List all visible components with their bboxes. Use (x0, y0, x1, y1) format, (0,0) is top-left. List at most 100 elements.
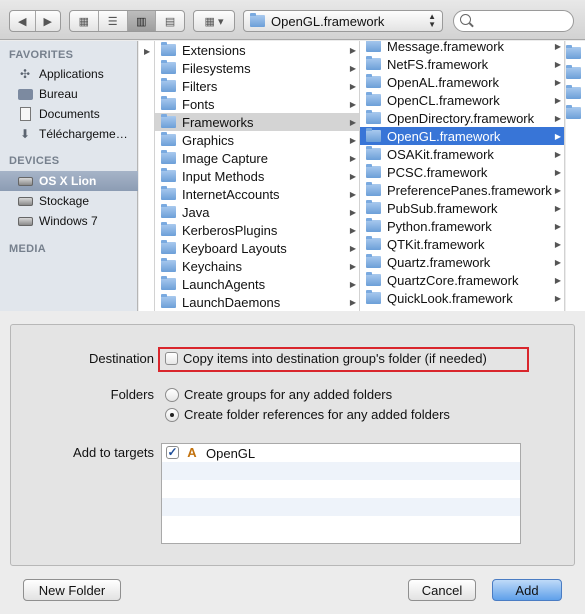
sidebar-item-applications[interactable]: ✣ Applications (0, 64, 138, 84)
column-view-icon: ▥ (136, 15, 147, 28)
sidebar-item-label: Applications (39, 67, 104, 81)
folder-icon (250, 13, 265, 27)
browser-column-2[interactable]: Message.framework ▶ NetFS.framework ▶ Open… (360, 41, 565, 311)
sidebar-item-windows-7[interactable]: Windows 7 (0, 211, 138, 231)
list-item[interactable]: InternetAccounts ▶ (155, 185, 359, 203)
browser-column-0[interactable] (139, 41, 155, 311)
create-refs-option[interactable]: Create folder references for any added f… (165, 407, 450, 422)
icon-view-button[interactable]: ▦ (70, 11, 99, 31)
folder-icon (366, 272, 381, 286)
list-item[interactable]: PreferencePanes.framework ▶ (360, 181, 564, 199)
list-item-label: InternetAccounts (182, 186, 280, 202)
sidebar-item-bureau[interactable]: Bureau (0, 84, 138, 104)
list-item[interactable]: Python.framework ▶ (360, 217, 564, 235)
list-item[interactable]: Quartz.framework ▶ (360, 253, 564, 271)
list-item[interactable]: NetFS.framework ▶ (360, 55, 564, 73)
targets-list[interactable]: ✓ A OpenGL (161, 443, 521, 544)
media-heading: MEDIA (9, 243, 46, 255)
sidebar-item-documents[interactable]: Documents (0, 104, 138, 124)
sidebar-item-os-x-lion[interactable]: OS X Lion (0, 171, 138, 191)
list-item-label: LaunchDaemons (182, 294, 281, 310)
add-button[interactable]: Add (492, 579, 562, 601)
disclosure-arrow-icon: ▶ (554, 185, 561, 195)
cancel-button[interactable]: Cancel (408, 579, 476, 601)
disclosure-arrow-icon: ▶ (554, 77, 561, 87)
list-item[interactable]: Keychains ▶ (155, 257, 359, 275)
list-item-label: Message.framework (387, 41, 505, 54)
list-item[interactable]: Graphics ▶ (155, 131, 359, 149)
create-refs-radio[interactable] (165, 407, 179, 422)
list-item[interactable]: Fonts ▶ (155, 95, 359, 113)
list-item[interactable]: PubSub.framework ▶ (360, 199, 564, 217)
sidebar-item-label: OS X Lion (39, 174, 97, 188)
list-item[interactable]: LaunchDaemons ▶ (155, 293, 359, 311)
folder-icon (366, 41, 381, 52)
sidebar-item-label: Windows 7 (39, 214, 98, 228)
list-item[interactable]: OpenAL.framework ▶ (360, 73, 564, 91)
chevron-right-icon: ▶ (43, 15, 52, 28)
favorites-heading: FAVORITES (9, 49, 74, 61)
coverflow-view-icon: ▤ (164, 15, 176, 28)
list-item[interactable]: Image Capture ▶ (155, 149, 359, 167)
list-item[interactable]: QuartzCore.framework ▶ (360, 271, 564, 289)
list-view-button[interactable]: ☰ (99, 11, 128, 31)
folder-icon (161, 258, 176, 272)
applications-icon: ✣ (19, 67, 31, 81)
sidebar-item-downloads[interactable]: ⬇ Téléchargeme… (0, 124, 138, 144)
table-row (162, 516, 520, 534)
list-item[interactable]: Extensions ▶ (155, 41, 359, 59)
arrange-grid-icon: ▦ ▾ (204, 15, 224, 28)
disclosure-arrow-icon: ▶ (554, 275, 561, 285)
new-folder-button[interactable]: New Folder (23, 579, 121, 601)
arrange-button[interactable]: ▦ ▾ (193, 10, 235, 32)
sidebar-item-stockage[interactable]: Stockage (0, 191, 138, 211)
back-forward-control: ◀ ▶ (9, 10, 61, 32)
list-item[interactable]: Filters ▶ (155, 77, 359, 95)
disclosure-arrow-icon: ▶ (554, 95, 561, 105)
list-item[interactable]: PCSC.framework ▶ (360, 163, 564, 181)
browser-column-1[interactable]: Extensions ▶ Filesystems ▶ Filters ▶ Fonts ▶… (155, 41, 360, 311)
list-item[interactable]: Message.framework ▶ (360, 41, 564, 55)
chevron-left-icon: ◀ (18, 15, 27, 28)
target-checkbox[interactable]: ✓ (166, 446, 179, 459)
list-item[interactable]: Filesystems ▶ (155, 59, 359, 77)
list-item[interactable]: OpenCL.framework ▶ (360, 91, 564, 109)
list-item[interactable]: Input Methods ▶ (155, 167, 359, 185)
list-item-label: Extensions (182, 42, 246, 58)
disclosure-arrow-icon: ▶ (554, 221, 561, 231)
list-item-label: QTKit.framework (387, 236, 485, 252)
disclosure-arrow-icon: ▶ (349, 117, 356, 127)
list-item[interactable]: LaunchAgents ▶ (155, 275, 359, 293)
sidebar-item-label: Stockage (39, 194, 90, 208)
list-item[interactable]: QuickLook.framework ▶ (360, 289, 564, 307)
list-item[interactable]: Java ▶ (155, 203, 359, 221)
list-item-selected[interactable]: Frameworks ▶ (155, 113, 359, 131)
list-item-label: Frameworks (182, 114, 254, 130)
path-popup[interactable]: OpenGL.framework ▲ ▼ (243, 10, 443, 32)
search-field[interactable] (453, 10, 574, 32)
create-groups-option[interactable]: Create groups for any added folders (165, 387, 392, 402)
list-item-label: OpenGL.framework (387, 128, 501, 144)
list-item[interactable]: OpenDirectory.framework ▶ (360, 109, 564, 127)
create-groups-radio[interactable] (165, 387, 179, 402)
browser-column-3[interactable] (566, 41, 585, 311)
disclosure-arrow-icon: ▶ (349, 243, 356, 253)
folder-icon (161, 294, 176, 308)
list-item-selected[interactable]: OpenGL.framework ▶ (360, 127, 564, 145)
copy-items-checkbox[interactable] (165, 352, 178, 365)
sidebar: FAVORITES ✣ Applications Bureau Document… (0, 41, 138, 311)
back-button[interactable]: ◀ (10, 11, 36, 31)
column-view-button[interactable]: ▥ (127, 11, 157, 31)
create-refs-label: Create folder references for any added f… (184, 407, 450, 422)
folder-icon (366, 236, 381, 250)
list-item[interactable]: KerberosPlugins ▶ (155, 221, 359, 239)
list-item[interactable]: Keyboard Layouts ▶ (155, 239, 359, 257)
list-item[interactable]: QTKit.framework ▶ (360, 235, 564, 253)
list-item[interactable]: OSAKit.framework ▶ (360, 145, 564, 163)
coverflow-view-button[interactable]: ▤ (156, 11, 184, 31)
disclosure-arrow-icon: ▶ (349, 99, 356, 109)
forward-button[interactable]: ▶ (36, 11, 61, 31)
copy-items-option[interactable]: Copy items into destination group's fold… (165, 351, 487, 366)
table-row[interactable]: ✓ A OpenGL (162, 444, 520, 462)
folder-icon (566, 85, 581, 99)
